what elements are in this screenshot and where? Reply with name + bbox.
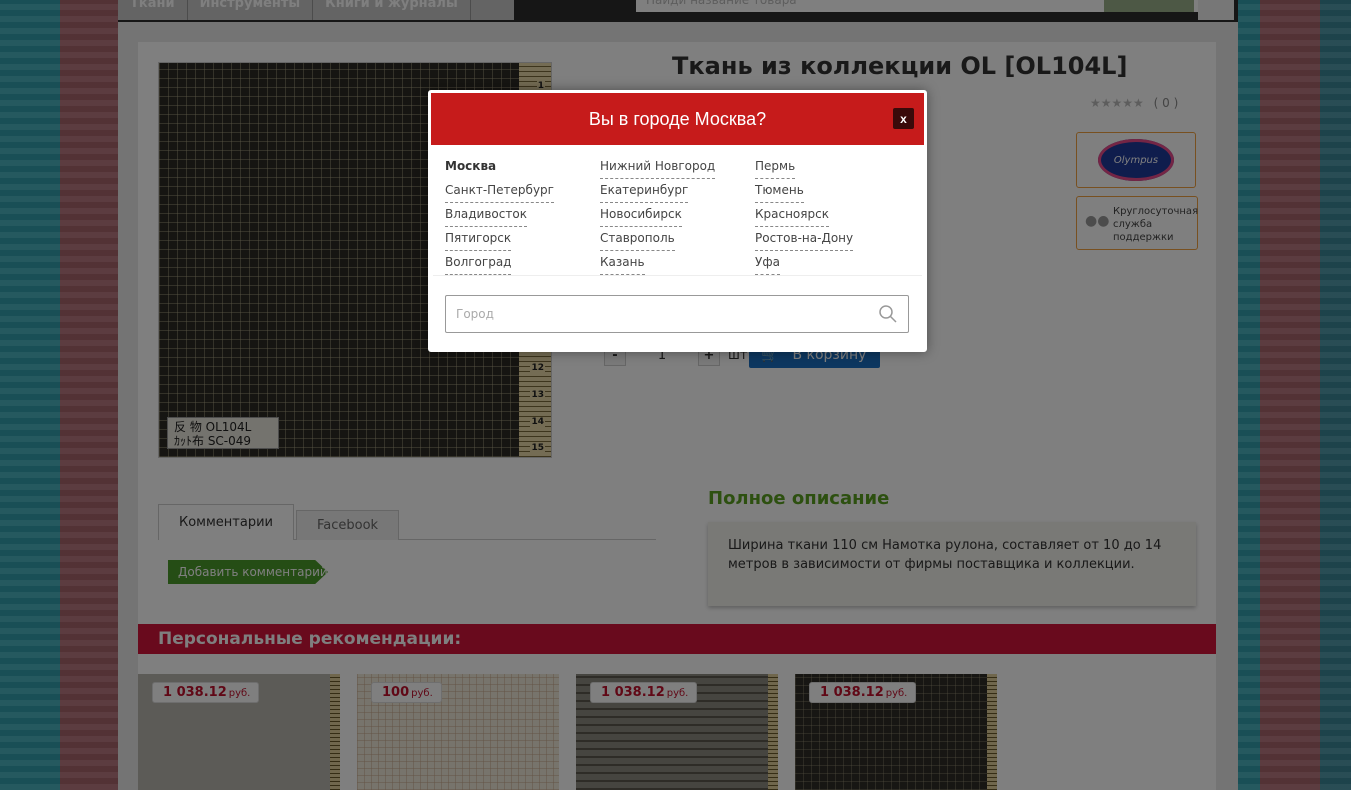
city-link[interactable]: Тюмень: [755, 183, 804, 203]
modal-header: Вы в городе Москва? x: [431, 93, 924, 145]
city-link[interactable]: Уфа: [755, 255, 780, 275]
city-link[interactable]: Владивосток: [445, 207, 527, 227]
city-link[interactable]: Санкт-Петербург: [445, 183, 554, 203]
city-link[interactable]: Ставрополь: [600, 231, 675, 251]
city-link[interactable]: Красноярск: [755, 207, 829, 227]
city-link[interactable]: Ростов-на-Дону: [755, 231, 854, 251]
city-link[interactable]: Новосибирск: [600, 207, 682, 227]
close-button[interactable]: x: [893, 108, 914, 129]
city-current[interactable]: Москва: [445, 159, 496, 179]
city-link[interactable]: Волгоград: [445, 255, 512, 275]
city-search-box: [445, 295, 909, 333]
modal-title: Вы в городе Москва?: [588, 108, 767, 129]
city-link[interactable]: Нижний Новгород: [600, 159, 716, 179]
modal-divider: [433, 275, 922, 276]
city-link[interactable]: Казань: [600, 255, 645, 275]
city-link[interactable]: Пермь: [755, 159, 796, 179]
city-link[interactable]: Пятигорск: [445, 231, 512, 251]
city-search-input[interactable]: [446, 297, 866, 331]
city-select-modal: Вы в городе Москва? x Москва Нижний Новг…: [428, 90, 927, 352]
city-list: Москва Нижний Новгород Пермь Санкт-Петер…: [431, 145, 924, 275]
search-icon[interactable]: [878, 304, 898, 324]
city-link[interactable]: Екатеринбург: [600, 183, 689, 203]
